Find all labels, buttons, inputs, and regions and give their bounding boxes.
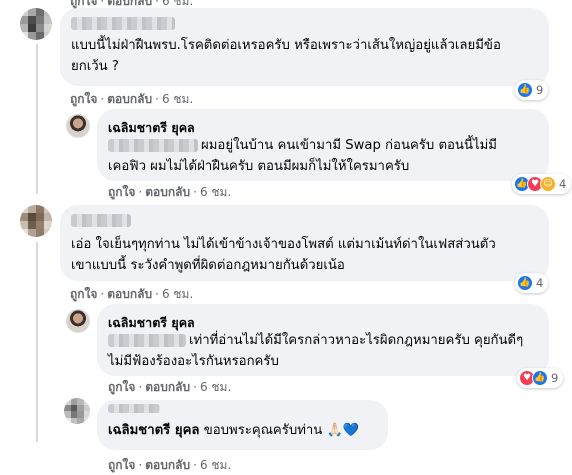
reaction-summary[interactable]: 👍 9	[515, 80, 549, 100]
reply-bubble: เฉลิมชาตรี ยุคล ผมอยู่ในบ้าน คนเข้ามามี …	[97, 109, 549, 181]
like-link[interactable]: ถูกใจ	[108, 185, 135, 199]
comment-bubble: เอ่อ ใจเย็นๆทุกท่าน ไม่ได้เข้าข้างเจ้าขอ…	[60, 205, 549, 281]
reply-message: ขอบพระคุณครับท่าน 🙏🏻💙	[203, 423, 360, 438]
avatar[interactable]	[66, 309, 90, 333]
avatar[interactable]	[66, 114, 90, 138]
like-link[interactable]: ถูกใจ	[108, 458, 135, 472]
avatar[interactable]	[20, 205, 52, 237]
avatar[interactable]	[64, 398, 90, 424]
like-icon: 👍	[517, 275, 533, 291]
reaction-summary[interactable]: 👍 4	[515, 273, 549, 293]
like-link[interactable]: ถูกใจ	[70, 92, 97, 106]
reply-text: เท่าที่อ่านไม่ได้มีใครกล่าวหาอะไรผิดกฎหม…	[189, 333, 524, 348]
comment-actions: ถูกใจ · ตอบกลับ · 6 ชม.	[70, 287, 194, 301]
thread-line	[36, 242, 38, 442]
thread-line	[36, 44, 38, 194]
reply-actions: ถูกใจ · ตอบกลับ · 6 ชม.	[108, 458, 232, 472]
timestamp[interactable]: 6 ชม.	[162, 92, 193, 106]
comment-actions: ถูกใจ · ตอบกลับ · 6 ชม.	[70, 92, 194, 106]
blurred-mention[interactable]	[108, 334, 186, 347]
comment-text: เอ่อ ใจเย็นๆทุกท่าน ไม่ได้เข้าข้างเจ้าขอ…	[71, 237, 496, 252]
reply-link[interactable]: ตอบกลับ	[107, 287, 152, 301]
reply-link[interactable]: ตอบกลับ	[145, 380, 190, 394]
reply-link[interactable]: ตอบกลับ	[145, 458, 190, 472]
comment-text: แบบนี้ไม่ฝ่าฝืนพรบ.โรคติดต่อเหรอครับ หรื…	[71, 38, 501, 53]
like-link[interactable]: ถูกใจ	[70, 0, 97, 8]
reply-text: เคอฟิว ผมไม่ได้ฝ่าฝืนครับ ตอนมีผมก็ไม่ให…	[108, 159, 410, 174]
reaction-summary[interactable]: 👍 ♥ ☺ 4	[512, 174, 572, 194]
author-name[interactable]: เฉลิมชาตรี ยุคล	[108, 118, 195, 138]
like-link[interactable]: ถูกใจ	[70, 287, 97, 301]
blurred-name[interactable]	[71, 17, 175, 30]
like-icon: 👍	[517, 82, 533, 98]
reply-link[interactable]: ตอบกลับ	[145, 185, 190, 199]
blurred-mention[interactable]	[108, 139, 198, 152]
reply-link[interactable]: ตอบกลับ	[107, 92, 152, 106]
timestamp[interactable]: 6 ชม.	[200, 185, 231, 199]
blurred-name[interactable]	[71, 214, 131, 227]
care-icon: ☺	[540, 176, 556, 192]
timestamp[interactable]: 6 ชม.	[162, 287, 193, 301]
like-link[interactable]: ถูกใจ	[108, 380, 135, 394]
reaction-count: 9	[536, 83, 544, 97]
blurred-name[interactable]	[108, 404, 160, 413]
reply-bubble: เฉลิมชาตรี ยุคล ขอบพระคุณครับท่าน 🙏🏻💙	[97, 400, 388, 450]
author-name[interactable]: เฉลิมชาตรี ยุคล	[108, 313, 195, 333]
reply-link[interactable]: ตอบกลับ	[107, 0, 152, 8]
reply-actions: ถูกใจ · ตอบกลับ · 6 ชม.	[108, 185, 232, 199]
avatar[interactable]	[20, 8, 52, 40]
reply-text: ไม่มีฟ้องร้องอะไรกันหรอกครับ	[108, 354, 279, 369]
mention-link[interactable]: เฉลิมชาตรี ยุคล	[108, 423, 200, 438]
comment-text: ยกเว้น ?	[71, 59, 119, 74]
reaction-count: 9	[551, 371, 559, 385]
like-icon: 👍	[532, 370, 548, 386]
comment-text: เขาแบบนี้ ระวังคำพูดที่ผิดต่อกฎหมายกันด้…	[71, 258, 345, 273]
timestamp[interactable]: 6 ชม.	[200, 380, 231, 394]
reply-text: เฉลิมชาตรี ยุคล ขอบพระคุณครับท่าน 🙏🏻💙	[108, 420, 359, 441]
comment-bubble: แบบนี้ไม่ฝ่าฝืนพรบ.โรคติดต่อเหรอครับ หรื…	[60, 8, 549, 86]
reaction-summary[interactable]: ♥ 👍 9	[517, 368, 564, 388]
reply-bubble: เฉลิมชาตรี ยุคล เท่าที่อ่านไม่ได้มีใครกล…	[97, 304, 549, 376]
reply-actions: ถูกใจ · ตอบกลับ · 6 ชม.	[108, 380, 232, 394]
reaction-count: 4	[559, 177, 567, 191]
timestamp[interactable]: 6 ชม.	[162, 0, 193, 8]
timestamp[interactable]: 6 ชม.	[200, 458, 231, 472]
reaction-count: 4	[536, 276, 544, 290]
reply-text: ผมอยู่ในบ้าน คนเข้ามามี Swap ก่อนครับ ตอ…	[201, 138, 497, 153]
